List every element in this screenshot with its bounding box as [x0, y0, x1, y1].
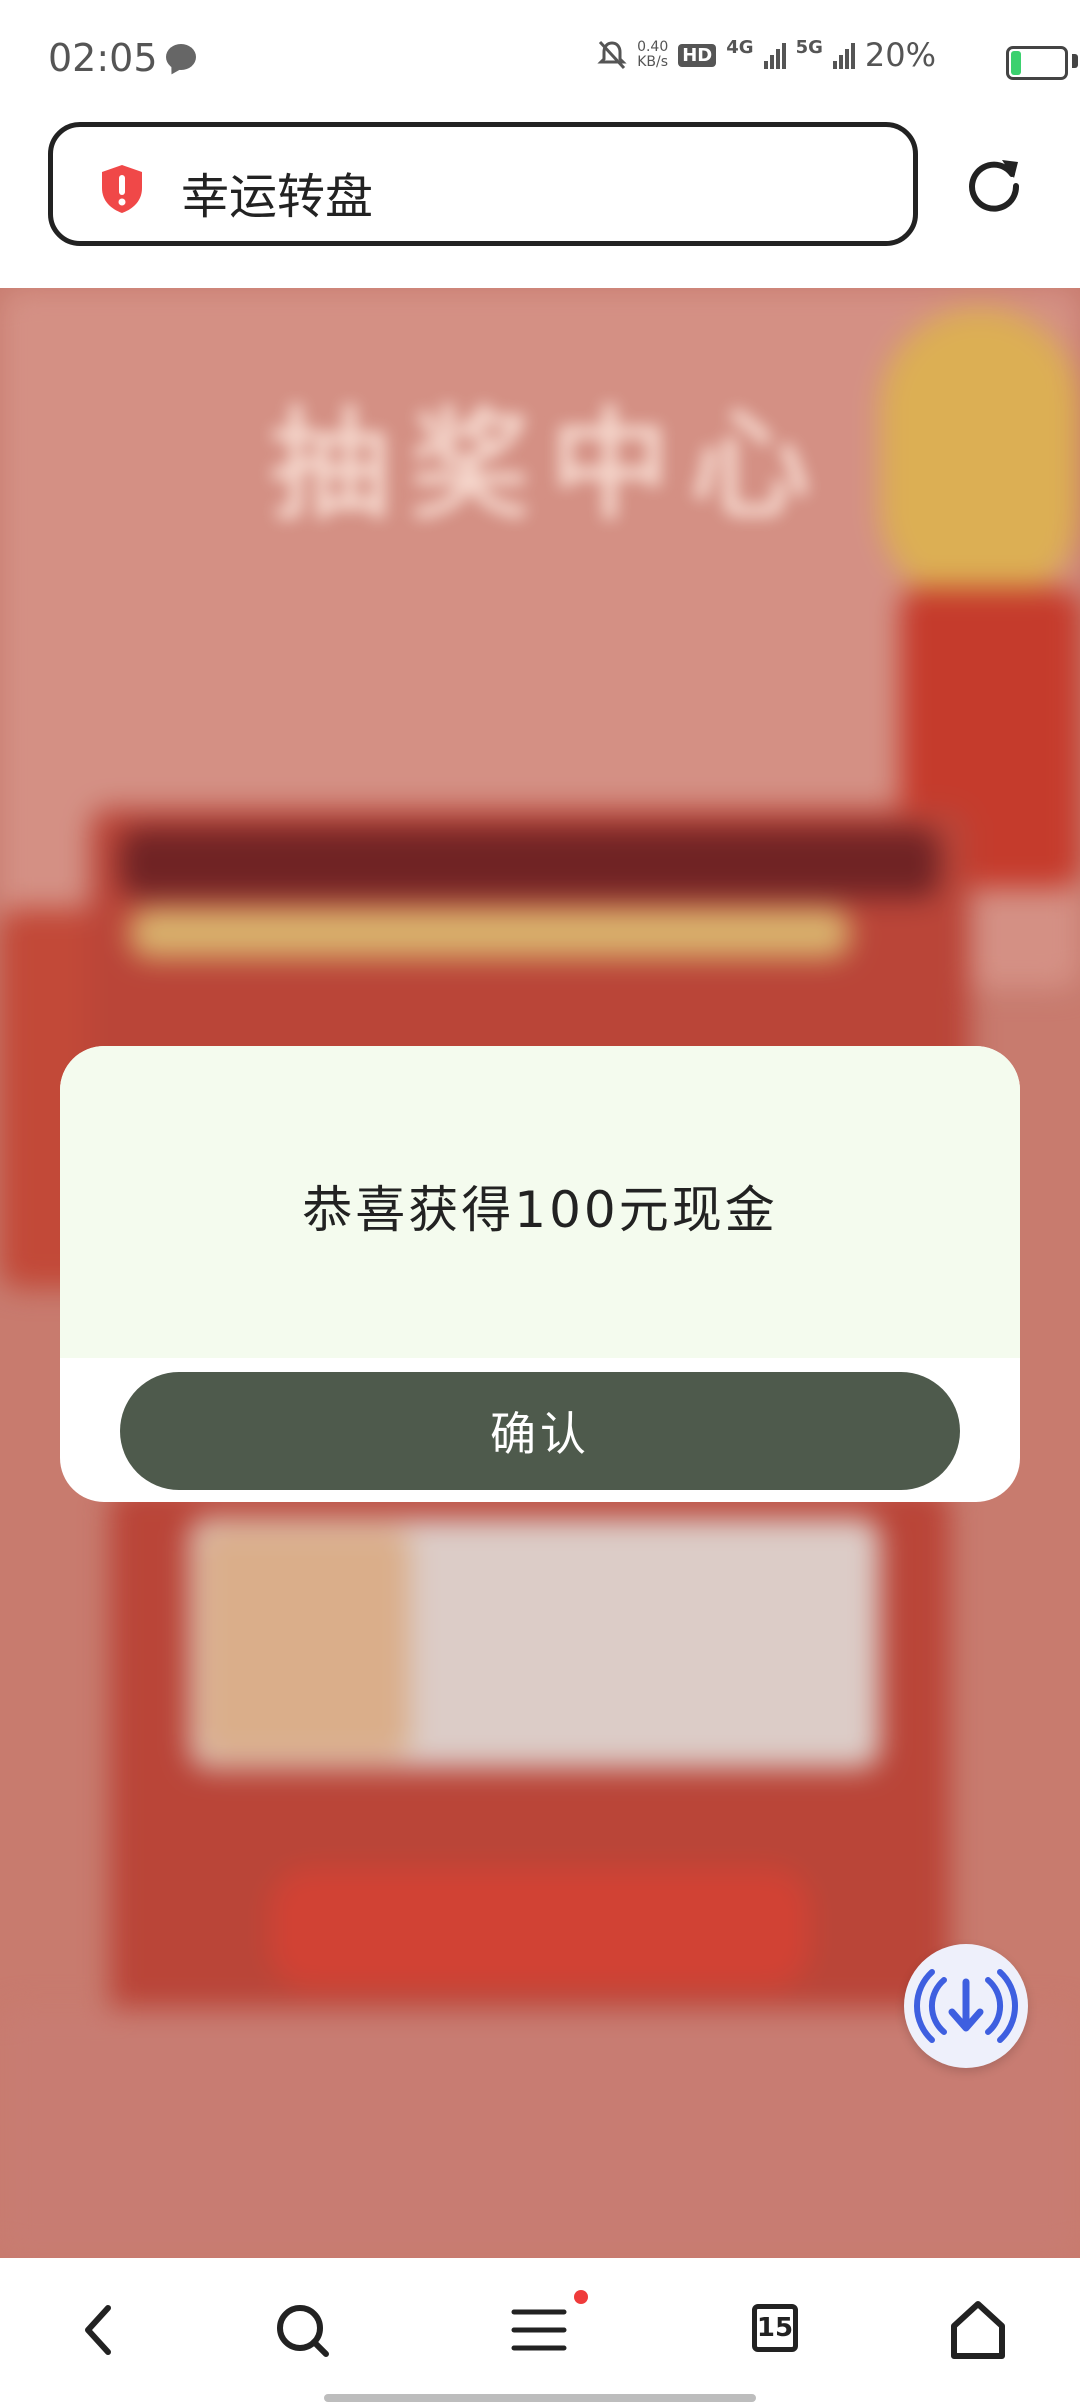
- back-icon[interactable]: [64, 2294, 136, 2366]
- home-icon[interactable]: [942, 2294, 1014, 2366]
- status-icons: 0.40 KB/s HD 4G 5G 20%: [597, 36, 936, 74]
- battery-percent: 20%: [864, 36, 936, 74]
- address-bar[interactable]: 幸运转盘: [48, 122, 918, 246]
- battery-fill: [1011, 51, 1021, 75]
- prize-dialog: 恭喜获得100元现金 确认: [60, 1046, 1020, 1502]
- shield-alert-icon[interactable]: [99, 163, 145, 215]
- tabs-button[interactable]: 15: [740, 2294, 812, 2366]
- mute-bell-icon: [597, 40, 627, 70]
- sim2-signal-icon: [832, 41, 855, 69]
- download-icon: [913, 1969, 1019, 2043]
- battery-icon: [1006, 46, 1068, 80]
- page-title[interactable]: 幸运转盘: [181, 157, 373, 227]
- confirm-button[interactable]: 确认: [120, 1372, 960, 1490]
- download-fab[interactable]: [904, 1944, 1028, 2068]
- sim1-signal-icon: [763, 41, 786, 69]
- sim1-network-label: 4G: [726, 37, 754, 58]
- sim2-network-label: 5G: [795, 37, 823, 58]
- net-speed-unit: KB/s: [637, 54, 669, 70]
- webpage-heading: 抽奖中心: [270, 397, 830, 536]
- net-speed-value: 0.40: [637, 39, 669, 55]
- network-speed: 0.40 KB/s: [637, 40, 668, 70]
- hd-voice-icon: HD: [678, 43, 717, 67]
- dialog-message: 恭喜获得100元现金: [302, 1181, 778, 1239]
- search-icon[interactable]: [266, 2294, 338, 2366]
- status-bar: 02:05 0.40 KB/s HD 4G 5G 20%: [0, 0, 1080, 120]
- menu-notification-badge: [574, 2290, 588, 2304]
- status-time: 02:05: [48, 36, 158, 80]
- reload-icon[interactable]: [962, 152, 1026, 216]
- chat-notification-icon: [166, 44, 196, 70]
- battery-tip: [1072, 54, 1078, 68]
- menu-icon[interactable]: [504, 2294, 576, 2366]
- tabs-count: 15: [752, 2304, 798, 2352]
- home-indicator[interactable]: [324, 2394, 756, 2402]
- bottom-nav: 15: [0, 2258, 1080, 2408]
